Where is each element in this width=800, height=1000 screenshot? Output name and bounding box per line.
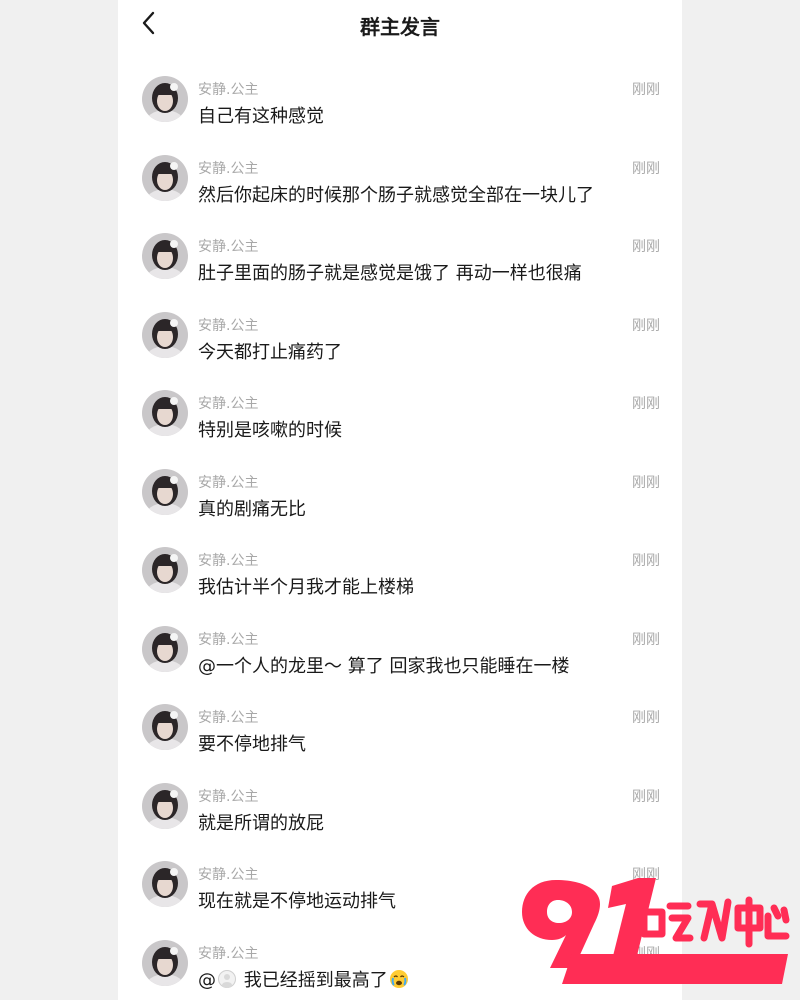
message-text: 要不停地排气	[198, 734, 306, 755]
message-time: 刚刚	[632, 82, 660, 98]
mention-avatar-icon	[218, 969, 236, 988]
avatar[interactable]	[142, 311, 188, 358]
message-time: 刚刚	[632, 396, 660, 412]
avatar[interactable]	[142, 233, 188, 279]
sender-name: 安静.公主	[198, 867, 259, 883]
message-list[interactable]: 安静.公主 刚刚 自己有这种感觉 安静.公主 刚刚 然后你起床的时候那个肠子就感觉全部在一…	[118, 71, 682, 1000]
avatar[interactable]	[142, 468, 188, 515]
sender-name: 安静.公主	[198, 160, 259, 177]
message-time: 刚刚	[632, 631, 660, 648]
message-time: 刚刚	[632, 788, 660, 805]
message-item[interactable]: 安静.公主 刚刚肚子里面的肠子就是感觉是饿了 再动一样也很痛	[118, 228, 682, 307]
avatar[interactable]	[142, 939, 188, 986]
message-item[interactable]: 安静.公主 刚刚 @ 我已经摇到最高了	[118, 935, 682, 1000]
message-item[interactable]: 安静.公主 刚刚 @一个人的龙里～ 算了 回家我也只能睡在一楼	[118, 621, 682, 700]
message-time: 刚刚	[632, 317, 660, 334]
message-item[interactable]: 安静.公主 刚刚就是所谓的放屁	[118, 778, 682, 857]
message-text: 我估计半个月我才能上楼梯	[198, 577, 414, 598]
message-text: 就是所谓的放屁	[198, 812, 324, 834]
message-item[interactable]: 安静.公主 刚刚真的剧痛无比	[118, 464, 682, 543]
sender-name: 安静.公主	[198, 553, 259, 569]
message-text: 肚子里面的肠子就是感觉是饿了 再动一样也很痛	[198, 263, 582, 284]
avatar[interactable]	[142, 547, 188, 593]
message-text: 今天都打止痛药了	[198, 341, 342, 363]
avatar[interactable]	[142, 704, 188, 750]
message-item[interactable]: 安静.公主 刚刚我估计半个月我才能上楼梯	[118, 542, 682, 621]
message-text: 自己有这种感觉	[198, 106, 324, 127]
message-item[interactable]: 安静.公主 刚刚今天都打止痛药了	[118, 307, 682, 386]
sender-name: 安静.公主	[198, 317, 259, 334]
sender-name: 安静.公主	[198, 945, 259, 962]
message-item[interactable]: 安静.公主 刚刚要不停地排气	[118, 699, 682, 778]
sender-name: 安静.公主	[198, 474, 259, 491]
message-item[interactable]: 安静.公主 刚刚特别是咳嗽的时候	[118, 385, 682, 464]
message-item[interactable]: 安静.公主 刚刚自己有这种感觉	[118, 71, 682, 150]
message-text: 然后你起床的时候那个肠子就感觉全部在一块儿了	[198, 184, 594, 206]
header: 群主发言	[118, 0, 682, 50]
message-item[interactable]: 安静.公主 刚刚然后你起床的时候那个肠子就感觉全部在一块儿了	[118, 150, 682, 229]
message-time: 刚刚	[632, 710, 660, 726]
sender-name: 安静.公主	[198, 239, 259, 255]
message-text: 现在就是不停地运动排气	[198, 891, 396, 912]
avatar[interactable]	[142, 625, 188, 672]
message-time: 刚刚	[632, 239, 660, 255]
sender-name: 安静.公主	[198, 82, 259, 98]
sender-name: 安静.公主	[198, 631, 259, 648]
message-text: @ 我已经摇到最高了	[198, 966, 658, 992]
avatar[interactable]	[142, 390, 188, 436]
message-item[interactable]: 安静.公主 刚刚现在就是不停地运动排气	[118, 856, 682, 935]
message-text-part: @	[198, 969, 216, 991]
message-text: @一个人的龙里～ 算了 回家我也只能睡在一楼	[198, 655, 570, 677]
avatar[interactable]	[142, 76, 188, 122]
message-text: 特别是咳嗽的时候	[198, 420, 342, 441]
avatar[interactable]	[142, 861, 188, 907]
chat-panel: 群主发言 安静.公主 刚刚 自己有这种感觉 安静.公主 刚刚 然后你起床的时候那个肠子就感…	[118, 0, 682, 1000]
sender-name: 安静.公主	[198, 396, 259, 412]
avatar[interactable]	[142, 782, 188, 829]
message-time: 刚刚	[632, 553, 660, 569]
message-text-part: 我已经摇到最高了	[238, 969, 388, 991]
message-time: 刚刚	[632, 867, 660, 883]
sender-name: 安静.公主	[198, 788, 259, 805]
message-time: 刚刚	[632, 474, 660, 491]
message-time: 刚刚	[632, 945, 660, 962]
sender-name: 安静.公主	[198, 710, 259, 726]
message-time: 刚刚	[632, 160, 660, 177]
page-title: 群主发言	[360, 15, 440, 39]
crying-emoji-icon	[389, 969, 408, 988]
message-text: 真的剧痛无比	[198, 498, 306, 520]
avatar[interactable]	[142, 154, 188, 201]
